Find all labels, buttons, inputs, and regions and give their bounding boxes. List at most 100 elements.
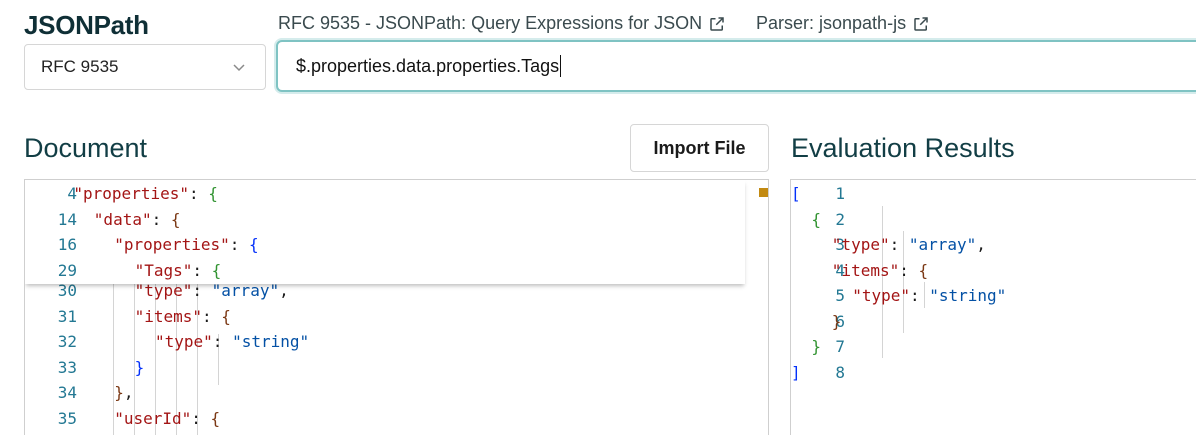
json-brace: }	[114, 383, 124, 402]
code-text: }	[832, 309, 842, 335]
code-text: "properties": {	[114, 232, 259, 258]
document-editor[interactable]: 30 "type": "array", 31 "items": {32 "type": …	[24, 179, 769, 435]
line-number: 4	[67, 184, 77, 203]
json-bracket: ]	[791, 362, 801, 382]
json-colon: :	[188, 184, 209, 203]
code-text: "type": "string"	[852, 283, 1006, 309]
json-key: "type"	[852, 286, 910, 305]
code-text: "type": "string"	[155, 329, 309, 355]
line-number: 34	[57, 383, 77, 402]
code-text: {	[811, 207, 821, 233]
code-text: "items": {	[832, 258, 928, 284]
json-comma: ,	[976, 235, 986, 254]
result-line: 1[	[791, 181, 1196, 207]
json-key: "properties"	[73, 184, 189, 203]
result-line: 3 "type": "array",	[791, 232, 1196, 258]
json-brace: {	[208, 184, 218, 203]
code-text: "type": "array",	[832, 232, 986, 258]
line-number: 29	[57, 260, 77, 280]
json-key: "data"	[93, 209, 152, 229]
code-text: [	[791, 181, 801, 207]
result-line: 8]	[791, 360, 1196, 386]
parser-link-label: Parser: jsonpath-js	[756, 13, 907, 33]
json-colon: :	[151, 209, 171, 229]
code-line: 31 "items": {	[25, 304, 768, 330]
sticky-scroll-header[interactable]: 4 "properties": {14 "data": {16 "properties…	[25, 180, 745, 284]
json-bracket: [	[791, 184, 801, 203]
json-string: "array"	[908, 235, 977, 254]
line-number: 16	[57, 235, 77, 254]
overview-ruler-marker	[759, 188, 768, 197]
result-line: 2{	[791, 207, 1196, 233]
external-link-icon	[914, 16, 928, 31]
result-line: 6}	[791, 309, 1196, 335]
json-string: "string"	[232, 332, 310, 351]
results-editor[interactable]: 1[2{3 "type": "array", 4 "items": { 5 "type":…	[790, 179, 1196, 435]
rfc-link[interactable]: RFC 9535 - JSONPath: Query Expressions f…	[278, 13, 726, 34]
json-key: "userId"	[114, 408, 192, 428]
json-bracket: {	[811, 209, 822, 229]
json-colon: :	[889, 235, 909, 254]
result-line: 7}	[791, 334, 1196, 360]
query-text: $.properties.data.properties.Tags	[296, 55, 560, 76]
json-colon: :	[899, 260, 919, 280]
json-brace: {	[221, 306, 231, 326]
json-colon: :	[191, 408, 211, 428]
code-text: },	[114, 380, 133, 406]
json-key: "Tags"	[134, 260, 193, 280]
json-comma: ,	[123, 383, 134, 402]
spec-select[interactable]: RFC 9535	[24, 44, 266, 90]
json-colon: :	[202, 306, 222, 326]
json-bracket: }	[811, 337, 822, 356]
external-link-icon	[710, 16, 724, 31]
sticky-line: 16 "properties": {	[25, 232, 745, 258]
line-number: 32	[57, 332, 77, 351]
code-text: }	[135, 355, 145, 381]
code-text: "data": {	[94, 207, 181, 233]
text-caret	[560, 55, 562, 77]
code-text: "userId": {	[114, 406, 220, 432]
json-colon: :	[909, 286, 930, 305]
json-bracket: }	[831, 311, 842, 331]
import-file-button[interactable]: Import File	[630, 124, 769, 172]
json-string: "string"	[929, 286, 1007, 305]
json-colon: :	[212, 332, 233, 351]
result-line: 5 "type": "string"	[791, 283, 1196, 309]
json-brace: {	[210, 408, 221, 428]
code-line: 35 "userId": {	[25, 406, 768, 432]
json-colon: :	[192, 260, 212, 280]
line-number: 5	[835, 286, 845, 305]
line-number: 33	[57, 357, 77, 377]
code-line: 34},	[25, 380, 768, 406]
code-line: 32 "type": "string"	[25, 329, 768, 355]
json-brace: {	[249, 235, 259, 254]
code-text: }	[811, 334, 821, 360]
code-text: "properties": {	[73, 181, 218, 207]
rfc-link-label: RFC 9535 - JSONPath: Query Expressions f…	[278, 13, 703, 33]
json-key: "properties"	[114, 235, 230, 254]
app-title: JSONPath	[24, 10, 149, 40]
spec-select-value: RFC 9535	[41, 57, 119, 76]
parser-link[interactable]: Parser: jsonpath-js	[756, 13, 930, 34]
result-line: 4 "items": {	[791, 258, 1196, 284]
json-brace: {	[918, 260, 929, 280]
json-brace: {	[211, 260, 222, 280]
line-number: 31	[57, 306, 77, 326]
code-text: "items": {	[135, 304, 231, 330]
line-number: 14	[57, 209, 77, 229]
json-key: "type"	[831, 235, 890, 254]
code-line: 33}	[25, 355, 768, 381]
sticky-line: 4 "properties": {	[25, 181, 745, 207]
code-text: "Tags": {	[135, 258, 222, 284]
json-key: "items"	[831, 260, 900, 280]
json-key: "items"	[134, 306, 203, 326]
query-input[interactable]: $.properties.data.properties.Tags	[276, 40, 1196, 92]
sticky-line: 14 "data": {	[25, 207, 745, 233]
json-colon: :	[229, 235, 250, 254]
document-title: Document	[24, 133, 148, 163]
code-text: ]	[791, 360, 801, 386]
line-number: 35	[57, 408, 77, 428]
results-title: Evaluation Results	[791, 133, 1015, 163]
chevron-down-icon	[233, 64, 245, 72]
json-key: "type"	[155, 332, 213, 351]
